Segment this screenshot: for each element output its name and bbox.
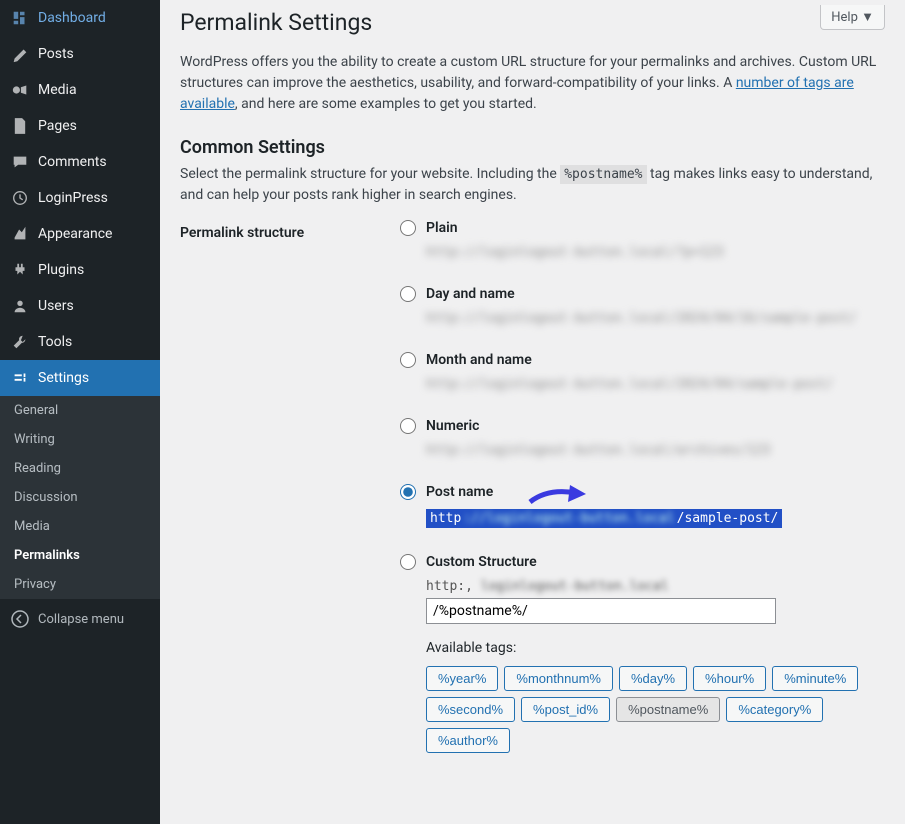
sidebar-item-pages[interactable]: Pages [0,108,160,144]
media-icon [10,80,30,100]
custom-prefix-blurred: loginlogout-button.local [473,579,669,594]
tag-post-id[interactable]: %post_id% [521,697,610,722]
common-settings-heading: Common Settings [180,119,885,164]
example-url-day-name: http://loginlogout-button.local/2024/04/… [426,311,885,326]
users-icon [10,296,30,316]
sidebar-item-loginpress[interactable]: LoginPress [0,180,160,216]
selected-url-host: ://loginlogout-button.local [461,511,676,526]
collapse-menu-button[interactable]: Collapse menu [0,599,160,639]
submenu-reading[interactable]: Reading [0,454,160,483]
option-numeric: Numeric http://loginlogout-button.local/… [400,418,885,458]
sidebar-item-appearance[interactable]: Appearance [0,216,160,252]
desc-prefix: Select the permalink structure for your … [180,166,560,182]
sidebar-item-media[interactable]: Media [0,72,160,108]
available-tags: %year% %monthnum% %day% %hour% %minute% … [426,666,885,753]
tag-postname[interactable]: %postname% [616,697,720,722]
submenu-discussion[interactable]: Discussion [0,483,160,512]
settings-submenu: General Writing Reading Discussion Media… [0,396,160,599]
example-url-plain: http://loginlogout-button.local/?p=123 [426,245,885,260]
submenu-general[interactable]: General [0,396,160,425]
submenu-writing[interactable]: Writing [0,425,160,454]
loginpress-icon [10,188,30,208]
tag-hour[interactable]: %hour% [693,666,766,691]
sidebar-item-label: Media [38,82,77,98]
radio-day-name[interactable] [400,286,416,302]
submenu-privacy[interactable]: Privacy [0,570,160,599]
comments-icon [10,152,30,172]
example-url-post-name: http://loginlogout-button.local/sample-p… [426,509,782,528]
intro-suffix: , and here are some examples to get you … [235,96,537,112]
selected-url-suffix: /sample-post/ [677,511,779,526]
submenu-permalinks[interactable]: Permalinks [0,541,160,570]
sidebar-item-settings[interactable]: Settings [0,360,160,396]
postname-code: %postname% [560,165,646,184]
sidebar-item-label: Plugins [38,262,84,278]
sidebar-item-posts[interactable]: Posts [0,36,160,72]
common-settings-desc: Select the permalink structure for your … [180,164,885,206]
custom-structure-input[interactable] [426,598,776,624]
option-plain: Plain http://loginlogout-button.local/?p… [400,220,885,260]
label-numeric[interactable]: Numeric [426,418,479,434]
page-title: Permalink Settings [180,0,885,52]
sidebar-item-label: Dashboard [38,10,106,26]
tag-monthnum[interactable]: %monthnum% [504,666,613,691]
option-day-name: Day and name http://loginlogout-button.l… [400,286,885,326]
tag-author[interactable]: %author% [426,728,510,753]
radio-numeric[interactable] [400,418,416,434]
appearance-icon [10,224,30,244]
sidebar-item-users[interactable]: Users [0,288,160,324]
dashboard-icon [10,8,30,28]
custom-url-prefix: http:, loginlogout-button.local [426,579,669,594]
sidebar-item-label: Tools [38,334,72,350]
sidebar-item-dashboard[interactable]: Dashboard [0,0,160,36]
collapse-label: Collapse menu [38,612,124,627]
option-post-name: Post name http://loginlogout-button.loca… [400,484,885,528]
sidebar-item-label: Posts [38,46,74,62]
example-url-numeric: http://loginlogout-button.local/archives… [426,443,885,458]
tag-second[interactable]: %second% [426,697,515,722]
arrow-annotation [528,480,588,510]
collapse-icon [10,609,30,629]
radio-custom[interactable] [400,554,416,570]
posts-icon [10,44,30,64]
label-post-name[interactable]: Post name [426,484,493,500]
radio-plain[interactable] [400,220,416,236]
submenu-media[interactable]: Media [0,512,160,541]
sidebar-item-tools[interactable]: Tools [0,324,160,360]
sidebar-item-label: Appearance [38,226,112,242]
selected-url-prefix: http [430,511,461,526]
sidebar-item-label: Comments [38,154,107,170]
sidebar-item-label: Pages [38,118,77,134]
sidebar-item-plugins[interactable]: Plugins [0,252,160,288]
tools-icon [10,332,30,352]
plugins-icon [10,260,30,280]
custom-prefix-visible: http:, [426,579,473,594]
option-custom: Custom Structure http:, loginlogout-butt… [400,554,885,753]
label-month-name[interactable]: Month and name [426,352,532,368]
settings-icon [10,368,30,388]
tag-minute[interactable]: %minute% [772,666,858,691]
sidebar-item-label: Users [38,298,74,314]
permalink-options: Plain http://loginlogout-button.local/?p… [400,220,885,779]
help-button[interactable]: Help ▼ [820,5,885,30]
permalink-structure-label: Permalink structure [180,220,400,241]
label-custom[interactable]: Custom Structure [426,554,537,570]
tag-year[interactable]: %year% [426,666,498,691]
label-plain[interactable]: Plain [426,220,458,236]
example-url-month-name: http://loginlogout-button.local/2024/04/… [426,377,885,392]
sidebar-item-comments[interactable]: Comments [0,144,160,180]
radio-month-name[interactable] [400,352,416,368]
option-month-name: Month and name http://loginlogout-button… [400,352,885,392]
sidebar-item-label: LoginPress [38,190,108,206]
admin-sidebar: Dashboard Posts Media Pages Comments Log… [0,0,160,824]
label-day-name[interactable]: Day and name [426,286,515,302]
main-content: Help ▼ Permalink Settings WordPress offe… [160,0,905,824]
tag-category[interactable]: %category% [726,697,823,722]
pages-icon [10,116,30,136]
radio-post-name[interactable] [400,484,416,500]
available-tags-label: Available tags: [426,640,885,656]
tag-day[interactable]: %day% [619,666,687,691]
sidebar-item-label: Settings [38,370,89,386]
intro-paragraph: WordPress offers you the ability to crea… [180,52,885,115]
